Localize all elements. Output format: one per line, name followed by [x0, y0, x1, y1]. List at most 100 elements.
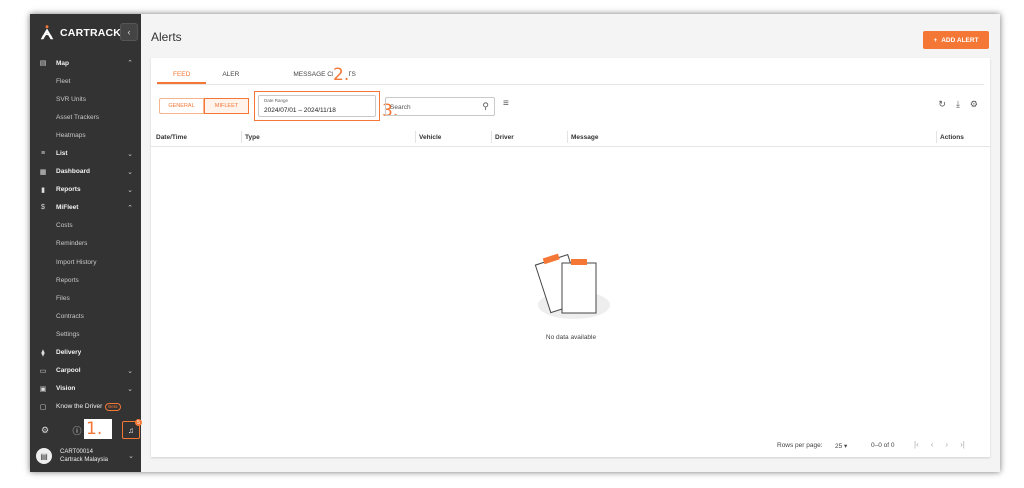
search-box: ⚲ — [385, 97, 495, 116]
table-toolbar: ↻ ⤓ ⚙ — [938, 99, 978, 110]
sidebar-item-reports[interactable]: ▮ Reports ⌄ — [30, 181, 141, 199]
chevron-up-icon: ⌃ — [127, 204, 133, 212]
collapse-sidebar-button[interactable]: ‹ — [120, 23, 138, 41]
sidebar-item-costs[interactable]: Costs — [30, 217, 141, 235]
column-header-actions: Actions — [936, 127, 964, 147]
delivery-icon: ⧫ — [41, 349, 45, 357]
sidebar-item-vision[interactable]: ▣ Vision ⌄ — [30, 380, 141, 398]
sidebar-item-mifleet[interactable]: $ MiFleet ⌃ — [30, 199, 141, 217]
notification-count-badge: 5 — [135, 419, 142, 426]
sidebar-item-settings[interactable]: Settings — [30, 325, 141, 343]
column-header-driver[interactable]: Driver — [491, 127, 514, 147]
map-icon: ▤ — [39, 60, 47, 68]
notifications-button[interactable]: ♫ 5 — [122, 419, 142, 439]
driver-icon: ▢ — [39, 403, 47, 411]
sidebar-item-reminders[interactable]: Reminders — [30, 235, 141, 253]
first-page-icon[interactable]: |‹ — [914, 440, 919, 449]
sidebar-item-label: Delivery — [56, 349, 82, 357]
brand: CARTRACK — [38, 24, 121, 42]
pagination-controls: |‹ ‹ › ›| — [914, 440, 965, 449]
settings-gear-icon[interactable]: ⚙ — [36, 421, 54, 439]
table-footer: Rows per page: 25 ▾ 0–0 of 0 |‹ ‹ › ›| — [151, 435, 990, 457]
chevron-up-icon: ⌃ — [127, 60, 133, 68]
sidebar-item-mifleet-reports[interactable]: Reports — [30, 271, 141, 289]
sidebar-item-label: Know the Driver — [56, 403, 103, 411]
column-header-datetime[interactable]: Date/Time — [156, 127, 187, 147]
account-avatar-icon: ▤ — [36, 448, 52, 464]
next-page-icon[interactable]: › — [945, 440, 948, 449]
sidebar-item-fleet[interactable]: Fleet — [30, 72, 141, 90]
chevron-down-icon: ⌄ — [127, 168, 133, 176]
step-marker-2: 2. — [333, 65, 350, 85]
sidebar-item-label: Vision — [56, 385, 76, 393]
sidebar-item-svr-units[interactable]: SVR Units — [30, 90, 141, 108]
tab-alerts-setup[interactable]: ALER — [206, 64, 277, 84]
page-title: Alerts — [151, 30, 182, 44]
search-icon[interactable]: ⚲ — [482, 101, 489, 112]
account-org: Cartrack Malaysia — [60, 457, 109, 463]
sidebar-item-asset-trackers[interactable]: Asset Trackers — [30, 108, 141, 126]
rows-per-page-value: 25 — [835, 443, 843, 450]
date-range-input[interactable]: Date Range 2024/07/01 – 2024/11/18 — [258, 95, 376, 117]
date-range-field[interactable]: Date Range 2024/07/01 – 2024/11/18 — [254, 91, 380, 121]
column-header-message[interactable]: Message — [566, 127, 598, 147]
alerts-card: FEED ALER MESSAGE CREDITS 2. GENERAL MIF… — [151, 58, 990, 457]
empty-state-text: No data available — [545, 334, 597, 341]
refresh-icon[interactable]: ↻ — [938, 99, 946, 110]
sidebar-item-files[interactable]: Files — [30, 289, 141, 307]
video-icon: ▣ — [39, 385, 47, 393]
step-marker-1: 1. — [84, 419, 113, 439]
add-alert-label: ADD ALERT — [941, 36, 979, 44]
tab-feed[interactable]: FEED — [157, 64, 207, 84]
table-header: Date/Time Type Vehicle Driver Message Ac… — [151, 127, 990, 147]
tab-divider — [157, 84, 984, 85]
sidebar-item-know-the-driver[interactable]: ▢ Know the Driver Beta — [30, 398, 141, 416]
date-range-label: Date Range — [264, 98, 289, 103]
bell-icon: ♫ — [128, 425, 134, 435]
sidebar-item-heatmaps[interactable]: Heatmaps — [30, 126, 141, 144]
account-text: CART00014 Cartrack Malaysia — [60, 448, 108, 464]
chevron-down-icon: ⌄ — [127, 367, 133, 375]
list-icon: ≡ — [40, 150, 46, 158]
sidebar-nav: ▤ Map ⌃ Fleet SVR Units Asset Trackers Hea… — [30, 54, 141, 416]
mifleet-filter-button[interactable]: MIFLEET — [204, 98, 249, 114]
sidebar-item-label: MiFleet — [56, 204, 79, 212]
general-filter-button[interactable]: GENERAL — [159, 98, 204, 114]
sidebar-item-label: Dashboard — [56, 168, 90, 176]
sidebar-item-contracts[interactable]: Contracts — [30, 307, 141, 325]
plus-icon: + — [933, 36, 938, 44]
sidebar: CARTRACK ‹ ▤ Map ⌃ Fleet SVR Units Asset T… — [30, 14, 142, 472]
add-alert-button[interactable]: + ADD ALERT — [923, 31, 989, 49]
sidebar-item-delivery[interactable]: ⧫ Delivery — [30, 344, 141, 362]
account-id: CART00014 — [60, 449, 93, 455]
last-page-icon[interactable]: ›| — [960, 440, 965, 449]
rows-per-page-select[interactable]: 25 ▾ — [835, 442, 847, 450]
beta-badge: Beta — [105, 402, 121, 411]
settings-gear-icon[interactable]: ⚙ — [970, 99, 978, 110]
sidebar-item-map[interactable]: ▤ Map ⌃ — [30, 54, 141, 72]
app-window: CARTRACK ‹ ▤ Map ⌃ Fleet SVR Units Asset T… — [30, 14, 1000, 472]
sidebar-item-carpool[interactable]: ▭ Carpool ⌄ — [30, 362, 141, 380]
pagination-range: 0–0 of 0 — [871, 442, 895, 449]
empty-state: No data available — [526, 243, 616, 341]
account-switcher[interactable]: ▤ CART00014 Cartrack Malaysia ⌄ — [36, 444, 140, 468]
carpool-icon: ▭ — [39, 367, 47, 375]
column-header-type[interactable]: Type — [241, 127, 260, 147]
search-input[interactable] — [390, 101, 470, 113]
download-icon[interactable]: ⤓ — [956, 99, 960, 110]
previous-page-icon[interactable]: ‹ — [931, 440, 934, 449]
sidebar-item-dashboard[interactable]: ▦ Dashboard ⌄ — [30, 163, 141, 181]
chevron-down-icon: ⌄ — [127, 150, 133, 158]
sidebar-item-import-history[interactable]: Import History — [30, 253, 141, 271]
caret-down-icon: ▾ — [844, 443, 848, 450]
empty-clipboard-icon — [534, 253, 610, 319]
sidebar-item-label: Carpool — [56, 367, 81, 375]
chevron-left-icon: ‹ — [127, 27, 131, 37]
filter-icon[interactable]: ≡ — [503, 98, 509, 109]
tab-message-credits[interactable]: MESSAGE CREDITS — [277, 64, 371, 84]
sidebar-item-label: Map — [56, 59, 69, 67]
date-range-value: 2024/07/01 – 2024/11/18 — [264, 107, 336, 114]
sidebar-item-list[interactable]: ≡ List ⌄ — [30, 144, 141, 162]
chevron-down-icon: ⌄ — [128, 453, 134, 460]
column-header-vehicle[interactable]: Vehicle — [414, 127, 441, 147]
